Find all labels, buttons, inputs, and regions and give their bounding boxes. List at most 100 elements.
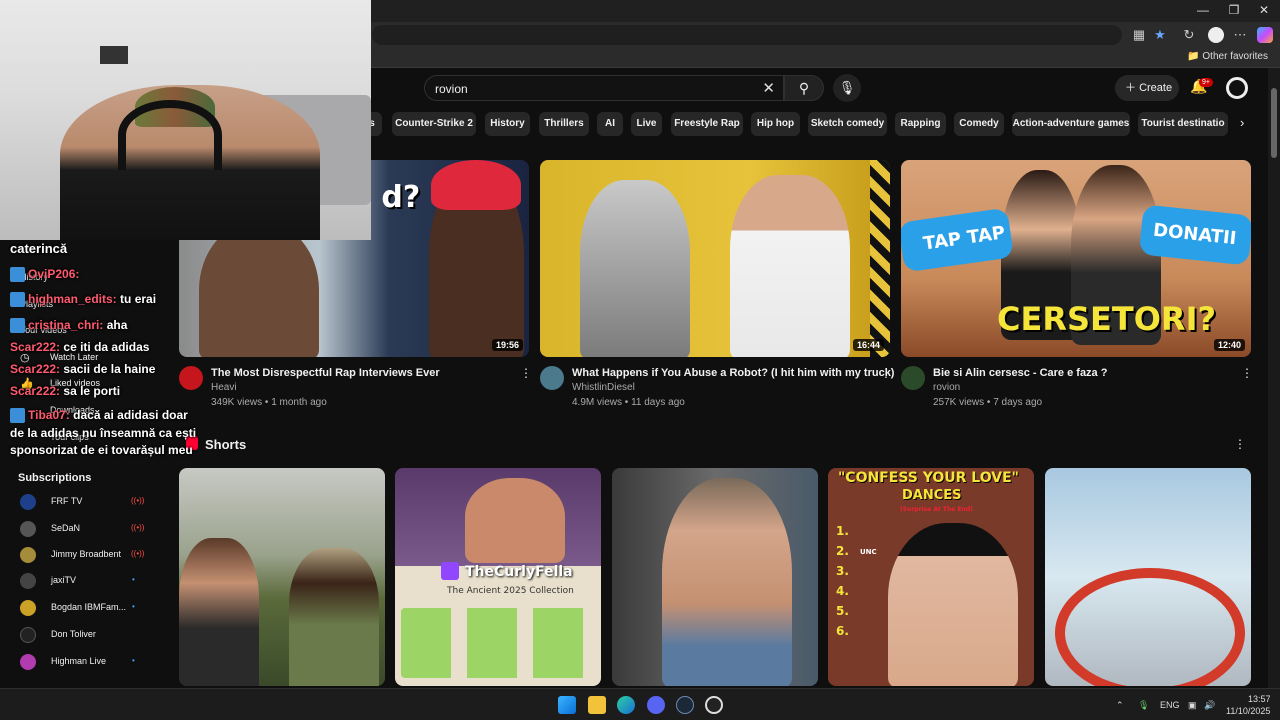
thumb-list-3: 3. (836, 564, 849, 578)
video-meta: 4.9M views • 11 days ago (572, 397, 685, 408)
chip[interactable]: Sketch comedy (808, 112, 887, 136)
chip[interactable]: Rapping (895, 112, 946, 136)
channel-avatar[interactable] (179, 366, 203, 390)
subscription-item[interactable]: Jimmy Broadbent ((•)) (20, 546, 170, 564)
short-thumbnail[interactable] (1045, 468, 1251, 686)
chip[interactable]: Counter-Strike 2 (392, 112, 476, 136)
video-duration: 19:56 (491, 339, 523, 351)
chat-message: sponsorizat de ei tovarășul meu (10, 443, 193, 457)
clock-date[interactable]: 11/10/2025 (1226, 706, 1270, 716)
network-icon[interactable]: ▣ (1188, 700, 1197, 711)
video-title[interactable]: The Most Disrespectful Rap Interviews Ev… (211, 367, 440, 379)
chip[interactable]: Freestyle Rap (671, 112, 743, 136)
video-title[interactable]: What Happens if You Abuse a Robot? (I hi… (572, 367, 894, 379)
shorts-menu-icon[interactable]: ⋮ (1234, 437, 1246, 451)
windows-start-icon[interactable] (558, 696, 576, 714)
chip[interactable]: Tourist destinatio (1138, 112, 1228, 136)
edge-browser-icon[interactable] (617, 696, 635, 714)
subscription-item[interactable]: Highman Live • (20, 653, 170, 671)
chip[interactable]: Comedy (954, 112, 1004, 136)
video-menu-icon[interactable]: ⋮ (1241, 366, 1253, 380)
thumb-list-6: 6. (836, 624, 849, 638)
subscription-name: Highman Live (51, 656, 107, 666)
new-content-dot-icon: • (132, 602, 135, 611)
account-avatar[interactable] (1226, 77, 1248, 99)
channel-name[interactable]: rovion (933, 382, 960, 393)
profile-icon[interactable] (1208, 27, 1224, 43)
close-icon[interactable]: ✕ (1249, 3, 1279, 17)
channel-avatar[interactable] (901, 366, 925, 390)
subscription-item[interactable]: Don Toliver (20, 626, 170, 644)
new-content-dot-icon: • (132, 656, 135, 665)
more-menu-icon[interactable]: ⋯ (1232, 27, 1248, 43)
short-thumbnail[interactable] (179, 468, 385, 686)
video-menu-icon[interactable]: ⋮ (880, 366, 892, 380)
thumb-subheadline: DANCES (902, 488, 962, 503)
subscription-item[interactable]: jaxiTV • (20, 572, 170, 590)
other-favorites-link[interactable]: 📁 Other favorites (1187, 51, 1268, 62)
chip[interactable]: Thrillers (539, 112, 589, 136)
thumb-person (289, 548, 379, 686)
create-button[interactable]: ＋ Create (1115, 75, 1179, 101)
subscription-name: Bogdan IBMFam... (51, 602, 127, 612)
chip[interactable]: Action-adventure games (1012, 112, 1130, 136)
video-thumbnail[interactable]: 16:44 (540, 160, 890, 357)
chips-next-icon[interactable]: › (1240, 115, 1244, 130)
chip[interactable]: AI (597, 112, 623, 136)
page-scrollbar[interactable] (1268, 68, 1280, 688)
search-button[interactable]: ⚲ (784, 75, 824, 101)
language-indicator[interactable]: ENG (1160, 700, 1180, 710)
channel-name[interactable]: Heavi (211, 382, 237, 393)
shorts-heading: Shorts (205, 437, 247, 452)
copilot-icon[interactable] (1257, 27, 1273, 43)
thumb-red-hair (431, 160, 521, 210)
subscription-item[interactable]: FRF TV ((•)) (20, 493, 170, 511)
avatar (20, 627, 36, 643)
app-grid-icon[interactable]: ▦ (1131, 27, 1147, 43)
file-explorer-icon[interactable] (588, 696, 606, 714)
mic-icon: 🎙 (838, 80, 856, 95)
live-icon: ((•)) (131, 496, 145, 505)
discord-icon[interactable] (647, 696, 665, 714)
short-thumbnail[interactable] (612, 468, 818, 686)
channel-name[interactable]: WhistlinDiesel (572, 382, 635, 393)
chat-message: cristina_chri: aha (10, 318, 127, 334)
clear-search-icon[interactable]: ✕ (762, 79, 775, 97)
chat-badge-icon (10, 318, 25, 334)
minimize-icon[interactable]: — (1188, 3, 1218, 17)
subscription-item[interactable]: SeDaN ((•)) (20, 520, 170, 538)
chat-message: Scar222: sa le porti (10, 384, 120, 398)
thumb-girl (888, 523, 1018, 686)
video-menu-icon[interactable]: ⋮ (520, 366, 532, 380)
url-field[interactable] (372, 25, 1122, 45)
chat-text: sacii de la haine (63, 362, 156, 376)
subscription-name: jaxiTV (51, 575, 77, 585)
chip[interactable]: Live (631, 112, 662, 136)
voice-search-button[interactable]: 🎙 (833, 74, 861, 102)
video-thumbnail[interactable]: TAP TAP DONATII CERSETORI? 12:40 (901, 160, 1251, 357)
short-thumbnail[interactable]: "CONFESS YOUR LOVE" DANCES (Surprise At … (828, 468, 1034, 686)
thumb-list-2: 2. (836, 544, 849, 558)
mic-tray-icon[interactable]: 🎙 (1138, 700, 1149, 711)
live-icon: ((•)) (131, 549, 145, 558)
thumb-weapons (401, 608, 595, 678)
subscription-item[interactable]: Bogdan IBMFam... • (20, 599, 170, 617)
subscription-name: Jimmy Broadbent (51, 549, 122, 559)
chip[interactable]: Hip hop (751, 112, 800, 136)
scrollbar-thumb[interactable] (1271, 88, 1277, 158)
chat-message: caterincă (10, 241, 68, 256)
tray-chevron-icon[interactable]: ⌃ (1116, 700, 1124, 711)
obs-icon[interactable] (705, 696, 723, 714)
refresh-icon[interactable]: ↻ (1181, 27, 1197, 43)
steam-icon[interactable] (676, 696, 694, 714)
clock-time[interactable]: 13:57 (1248, 694, 1271, 704)
video-title[interactable]: Bie si Alin cersesc - Care e faza ? (933, 367, 1107, 379)
chat-text: sa le porti (63, 384, 121, 398)
volume-icon[interactable]: 🔊 (1204, 700, 1215, 711)
short-thumbnail[interactable]: TheCurlyFella The Ancient 2025 Collectio… (395, 468, 601, 686)
chip[interactable]: History (485, 112, 530, 136)
channel-avatar[interactable] (540, 366, 564, 390)
search-input[interactable]: rovion ✕ (424, 75, 784, 101)
favorite-star-icon[interactable]: ★ (1152, 27, 1168, 43)
restore-icon[interactable]: ❐ (1219, 3, 1249, 17)
